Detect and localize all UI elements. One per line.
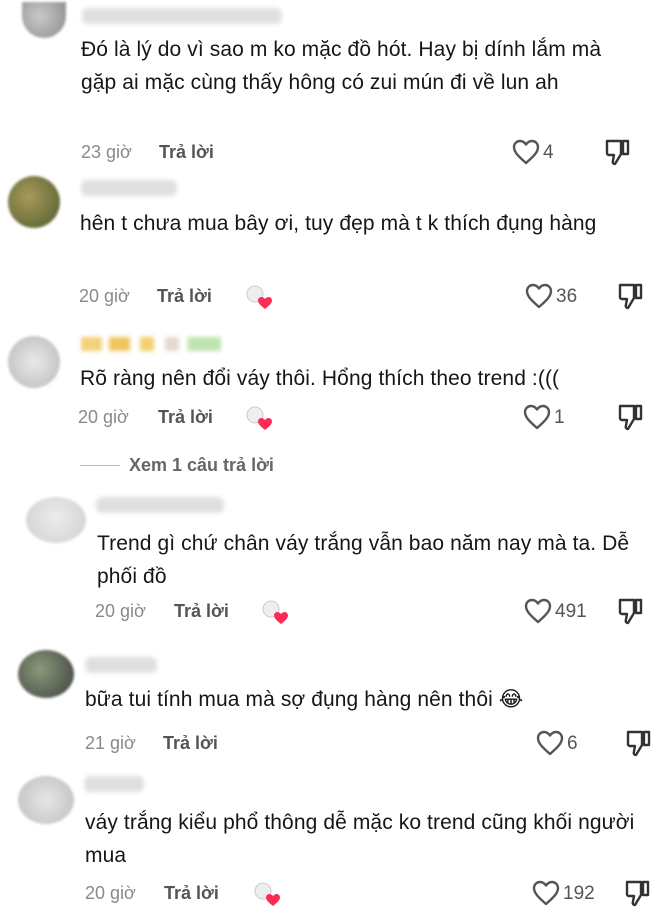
- comment-text: Trend gì chứ chân váy trắng vẫn bao năm …: [97, 532, 630, 588]
- thumbs-down-icon[interactable]: [625, 729, 651, 757]
- avatar[interactable]: [8, 336, 60, 388]
- like-count: 6: [567, 733, 578, 754]
- like-count: 4: [543, 142, 554, 163]
- heart-outline-icon[interactable]: [524, 598, 552, 624]
- comment-time: 20 giờ: [95, 601, 146, 621]
- username-blurred[interactable]: [81, 180, 177, 196]
- replies-divider: [80, 465, 120, 466]
- creator-heart-icon: [262, 600, 288, 624]
- creator-heart-icon: [254, 882, 280, 906]
- thumbs-down-icon[interactable]: [617, 403, 643, 431]
- comment-text: Rõ ràng nên đổi váy thôi. Hổng thích the…: [80, 367, 560, 390]
- reply-button[interactable]: Trả lời: [174, 601, 229, 622]
- avatar[interactable]: [18, 650, 74, 698]
- like-count: 36: [556, 286, 578, 307]
- thumbs-down-icon[interactable]: [617, 282, 643, 310]
- reply-button[interactable]: Trả lời: [159, 142, 214, 163]
- thumbs-down-icon[interactable]: [604, 138, 630, 166]
- like-count: 192: [563, 883, 595, 904]
- like-count: 1: [554, 407, 565, 428]
- like-count: 491: [555, 601, 587, 622]
- view-replies-button[interactable]: Xem 1 câu trả lời: [129, 455, 274, 476]
- comment-text: hên t chưa mua bây ơi, tuy đẹp mà t k th…: [80, 212, 597, 235]
- username-blurred[interactable]: [96, 497, 224, 513]
- reply-button[interactable]: Trả lời: [164, 883, 219, 904]
- username-blurred[interactable]: [84, 776, 144, 792]
- reply-button[interactable]: Trả lời: [157, 286, 212, 307]
- username-blurred[interactable]: [85, 657, 157, 673]
- avatar[interactable]: [26, 497, 86, 543]
- heart-outline-icon[interactable]: [525, 283, 553, 309]
- comment-time: 23 giờ: [81, 142, 132, 162]
- comment-text: Đó là lý do vì sao m ko mặc đồ hót. Hay …: [81, 38, 602, 94]
- username-emoji-blurred[interactable]: [81, 337, 221, 351]
- heart-outline-icon[interactable]: [523, 404, 551, 430]
- reply-button[interactable]: Trả lời: [163, 733, 218, 754]
- heart-outline-icon[interactable]: [532, 880, 560, 906]
- reply-button[interactable]: Trả lời: [158, 407, 213, 428]
- comment-text: bữa tui tính mua mà sợ đụng hàng nên thô…: [85, 688, 524, 711]
- comment-time: 21 giờ: [85, 733, 136, 753]
- comment-time: 20 giờ: [85, 883, 136, 903]
- comment-time: 20 giờ: [78, 407, 129, 427]
- thumbs-down-icon[interactable]: [617, 597, 643, 625]
- avatar[interactable]: [22, 2, 66, 38]
- heart-outline-icon[interactable]: [536, 730, 564, 756]
- thumbs-down-icon[interactable]: [624, 879, 650, 907]
- creator-heart-icon: [246, 285, 272, 309]
- username-blurred[interactable]: [82, 8, 282, 24]
- avatar[interactable]: [8, 176, 60, 228]
- creator-heart-icon: [246, 406, 272, 430]
- comment-text: váy trắng kiểu phổ thông dễ mặc ko trend…: [85, 811, 635, 867]
- heart-outline-icon[interactable]: [512, 139, 540, 165]
- avatar[interactable]: [18, 776, 74, 824]
- comment-time: 20 giờ: [79, 286, 130, 306]
